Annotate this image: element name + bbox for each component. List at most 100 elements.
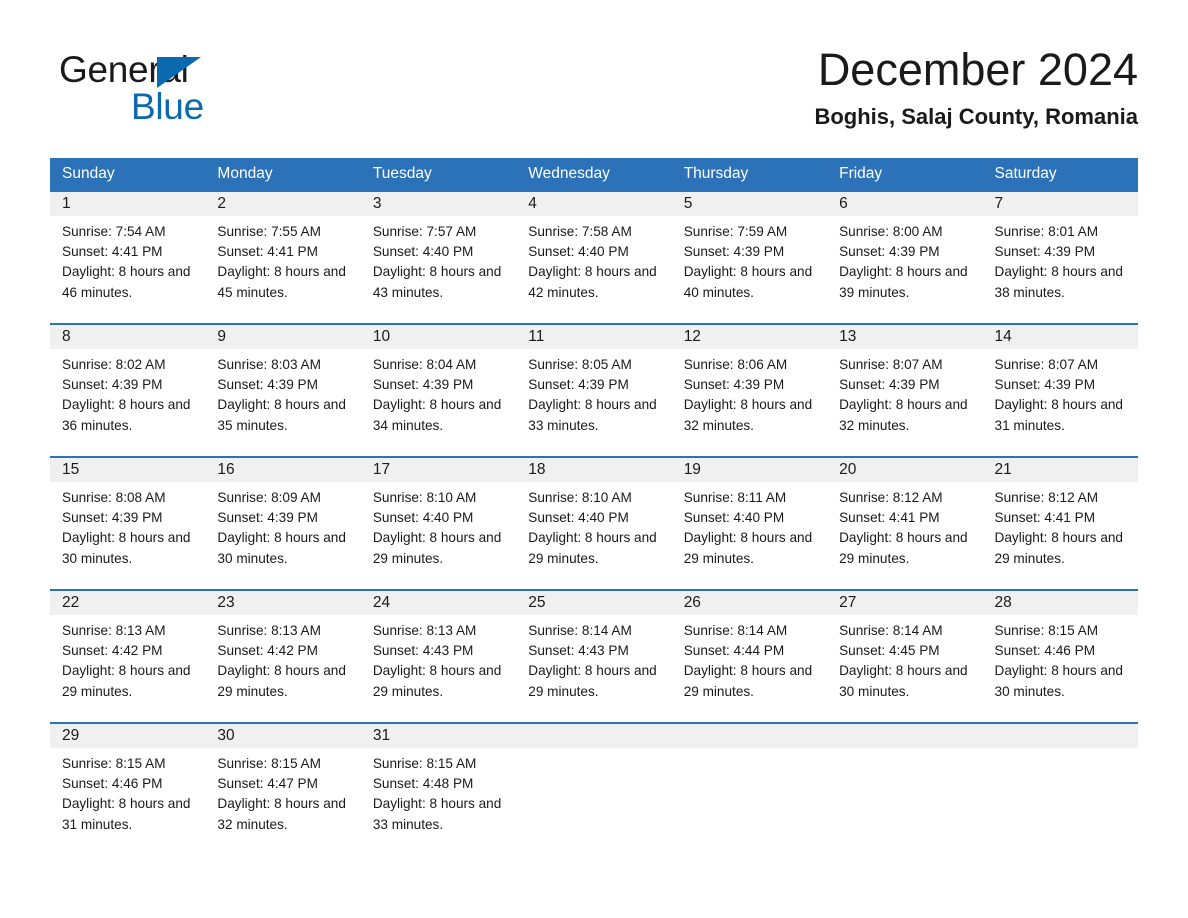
daylight-text: Daylight: 8 hours and 30 minutes. xyxy=(217,530,346,566)
calendar-day-cell[interactable]: 13 Sunrise: 8:07 AM Sunset: 4:39 PM Dayligh… xyxy=(827,325,983,456)
calendar-day-cell[interactable]: 29 Sunrise: 8:15 AM Sunset: 4:46 PM Dayligh… xyxy=(50,724,206,855)
sunset-text: Sunset: 4:39 PM xyxy=(994,377,1096,393)
day-number: 19 xyxy=(683,461,701,478)
calendar-day-cell[interactable]: 30 Sunrise: 8:15 AM Sunset: 4:47 PM Dayligh… xyxy=(205,724,361,855)
sunset-text: Sunset: 4:39 PM xyxy=(372,377,474,393)
sunrise-text: Sunrise: 8:14 AM xyxy=(839,623,943,638)
sunrise-text: Sunrise: 8:15 AM xyxy=(994,623,1099,638)
day-number-strip: 5 xyxy=(671,192,828,216)
calendar-week-row: 1 Sunrise: 7:54 AM Sunset: 4:41 PM Daylight… xyxy=(50,190,1138,323)
generalblue-logo[interactable]: General Blue xyxy=(59,50,349,136)
day-number: 21 xyxy=(994,461,1012,478)
day-number-strip: 12 xyxy=(671,325,828,349)
sunrise-text: Sunrise: 8:00 AM xyxy=(839,224,943,239)
calendar-day-cell[interactable]: 17 Sunrise: 8:10 AM Sunset: 4:40 PM Dayligh… xyxy=(360,458,517,589)
calendar-day-cell[interactable]: 20 Sunrise: 8:12 AM Sunset: 4:41 PM Dayligh… xyxy=(827,458,983,589)
day-number: 6 xyxy=(839,195,848,212)
sunrise-text: Sunrise: 8:10 AM xyxy=(372,490,477,505)
sunrise-text: Sunrise: 8:12 AM xyxy=(839,490,943,505)
day-number-strip xyxy=(516,724,672,748)
day-number: 25 xyxy=(528,594,546,611)
day-number-strip: 9 xyxy=(205,325,361,349)
calendar-day-cell[interactable]: 28 Sunrise: 8:15 AM Sunset: 4:46 PM Dayligh… xyxy=(982,591,1138,722)
day-info: Sunrise: 8:07 AM Sunset: 4:39 PM Daylight:… xyxy=(983,349,1138,436)
day-info: Sunrise: 7:59 AM Sunset: 4:39 PM Daylight:… xyxy=(672,216,827,303)
sunrise-text: Sunrise: 8:07 AM xyxy=(839,357,943,372)
day-number-strip: 22 xyxy=(50,591,206,615)
calendar-day-cell-empty xyxy=(516,724,672,855)
day-number-strip: 27 xyxy=(827,591,983,615)
calendar-day-cell[interactable]: 25 Sunrise: 8:14 AM Sunset: 4:43 PM Dayligh… xyxy=(516,591,672,722)
calendar-day-cell[interactable]: 10 Sunrise: 8:04 AM Sunset: 4:39 PM Dayligh… xyxy=(360,325,517,456)
logo-triangle-icon xyxy=(157,57,201,88)
weekday-header-sunday: Sunday xyxy=(62,165,115,182)
daylight-text: Daylight: 8 hours and 29 minutes. xyxy=(683,530,813,566)
day-info: Sunrise: 8:15 AM Sunset: 4:48 PM Daylight:… xyxy=(361,748,516,835)
calendar-day-cell[interactable]: 5 Sunrise: 7:59 AM Sunset: 4:39 PM Daylight… xyxy=(671,192,828,323)
calendar-day-cell[interactable]: 4 Sunrise: 7:58 AM Sunset: 4:40 PM Daylight… xyxy=(516,192,672,323)
calendar-day-cell[interactable]: 6 Sunrise: 8:00 AM Sunset: 4:39 PM Daylight… xyxy=(827,192,983,323)
sunset-text: Sunset: 4:41 PM xyxy=(62,244,163,260)
calendar-day-cell[interactable]: 18 Sunrise: 8:10 AM Sunset: 4:40 PM Dayligh… xyxy=(516,458,672,589)
weekday-header-monday: Monday xyxy=(217,165,273,182)
day-info: Sunrise: 8:12 AM Sunset: 4:41 PM Daylight:… xyxy=(827,482,982,569)
calendar-day-cell[interactable]: 8 Sunrise: 8:02 AM Sunset: 4:39 PM Daylight… xyxy=(50,325,206,456)
sunset-text: Sunset: 4:39 PM xyxy=(528,377,629,393)
logo-text-blue: Blue xyxy=(131,86,204,127)
day-number-strip: 2 xyxy=(205,192,361,216)
day-info: Sunrise: 7:58 AM Sunset: 4:40 PM Daylight:… xyxy=(516,216,671,303)
sunrise-text: Sunrise: 7:58 AM xyxy=(528,224,632,239)
day-info: Sunrise: 8:14 AM Sunset: 4:45 PM Daylight:… xyxy=(827,615,982,702)
day-number: 23 xyxy=(217,594,235,611)
sunrise-text: Sunrise: 8:11 AM xyxy=(683,490,787,505)
calendar-day-cell[interactable]: 11 Sunrise: 8:05 AM Sunset: 4:39 PM Dayligh… xyxy=(516,325,672,456)
day-number: 27 xyxy=(839,594,857,611)
day-info: Sunrise: 8:07 AM Sunset: 4:39 PM Daylight:… xyxy=(827,349,982,436)
calendar-day-cell[interactable]: 24 Sunrise: 8:13 AM Sunset: 4:43 PM Dayligh… xyxy=(360,591,517,722)
calendar-day-cell-empty xyxy=(827,724,983,855)
day-number: 7 xyxy=(994,195,1004,212)
day-number: 2 xyxy=(217,195,227,212)
calendar-table: Sunday Monday Tuesday Wednesday Thursday… xyxy=(50,158,1138,855)
daylight-text: Daylight: 8 hours and 29 minutes. xyxy=(683,663,813,699)
day-number-strip: 31 xyxy=(360,724,517,748)
sunset-text: Sunset: 4:40 PM xyxy=(528,510,629,526)
day-info: Sunrise: 8:10 AM Sunset: 4:40 PM Daylight:… xyxy=(361,482,516,569)
calendar-day-cell[interactable]: 15 Sunrise: 8:08 AM Sunset: 4:39 PM Dayligh… xyxy=(50,458,206,589)
sunset-text: Sunset: 4:45 PM xyxy=(839,643,940,659)
calendar-day-cell[interactable]: 23 Sunrise: 8:13 AM Sunset: 4:42 PM Dayligh… xyxy=(205,591,361,722)
calendar-day-cell[interactable]: 27 Sunrise: 8:14 AM Sunset: 4:45 PM Dayligh… xyxy=(827,591,983,722)
day-number: 11 xyxy=(528,328,545,345)
calendar-day-cell[interactable]: 3 Sunrise: 7:57 AM Sunset: 4:40 PM Daylight… xyxy=(360,192,517,323)
day-number: 15 xyxy=(62,461,80,478)
daylight-text: Daylight: 8 hours and 31 minutes. xyxy=(62,796,191,832)
daylight-text: Daylight: 8 hours and 29 minutes. xyxy=(217,663,346,699)
day-number-strip: 25 xyxy=(516,591,672,615)
calendar-day-cell[interactable]: 9 Sunrise: 8:03 AM Sunset: 4:39 PM Daylight… xyxy=(205,325,361,456)
sunset-text: Sunset: 4:41 PM xyxy=(994,510,1096,526)
sunset-text: Sunset: 4:44 PM xyxy=(683,643,785,659)
calendar-day-cell[interactable]: 2 Sunrise: 7:55 AM Sunset: 4:41 PM Daylight… xyxy=(205,192,361,323)
calendar-day-cell[interactable]: 31 Sunrise: 8:15 AM Sunset: 4:48 PM Dayligh… xyxy=(360,724,517,855)
calendar-day-cell[interactable]: 14 Sunrise: 8:07 AM Sunset: 4:39 PM Dayligh… xyxy=(982,325,1138,456)
day-info: Sunrise: 8:06 AM Sunset: 4:39 PM Daylight:… xyxy=(672,349,827,436)
weekday-header-tuesday: Tuesday xyxy=(372,165,432,182)
calendar-day-cell[interactable]: 7 Sunrise: 8:01 AM Sunset: 4:39 PM Daylight… xyxy=(982,192,1138,323)
calendar-day-cell[interactable]: 26 Sunrise: 8:14 AM Sunset: 4:44 PM Dayligh… xyxy=(671,591,828,722)
calendar-day-cell[interactable]: 12 Sunrise: 8:06 AM Sunset: 4:39 PM Dayligh… xyxy=(671,325,828,456)
page-title: December 2024 xyxy=(817,44,1138,95)
daylight-text: Daylight: 8 hours and 32 minutes. xyxy=(839,397,968,433)
day-number-strip: 16 xyxy=(205,458,361,482)
sunset-text: Sunset: 4:43 PM xyxy=(528,643,629,659)
day-number-strip: 21 xyxy=(982,458,1138,482)
day-info: Sunrise: 7:55 AM Sunset: 4:41 PM Daylight:… xyxy=(205,216,360,303)
day-number-strip: 7 xyxy=(982,192,1138,216)
sunset-text: Sunset: 4:43 PM xyxy=(372,643,474,659)
calendar-day-cell[interactable]: 19 Sunrise: 8:11 AM Sunset: 4:40 PM Dayligh… xyxy=(671,458,828,589)
calendar-day-cell[interactable]: 22 Sunrise: 8:13 AM Sunset: 4:42 PM Dayligh… xyxy=(50,591,206,722)
day-number-strip: 15 xyxy=(50,458,206,482)
calendar-day-cell[interactable]: 1 Sunrise: 7:54 AM Sunset: 4:41 PM Daylight… xyxy=(50,192,206,323)
sunset-text: Sunset: 4:41 PM xyxy=(839,510,940,526)
calendar-day-cell[interactable]: 21 Sunrise: 8:12 AM Sunset: 4:41 PM Dayligh… xyxy=(982,458,1138,589)
calendar-day-cell[interactable]: 16 Sunrise: 8:09 AM Sunset: 4:39 PM Dayligh… xyxy=(205,458,361,589)
